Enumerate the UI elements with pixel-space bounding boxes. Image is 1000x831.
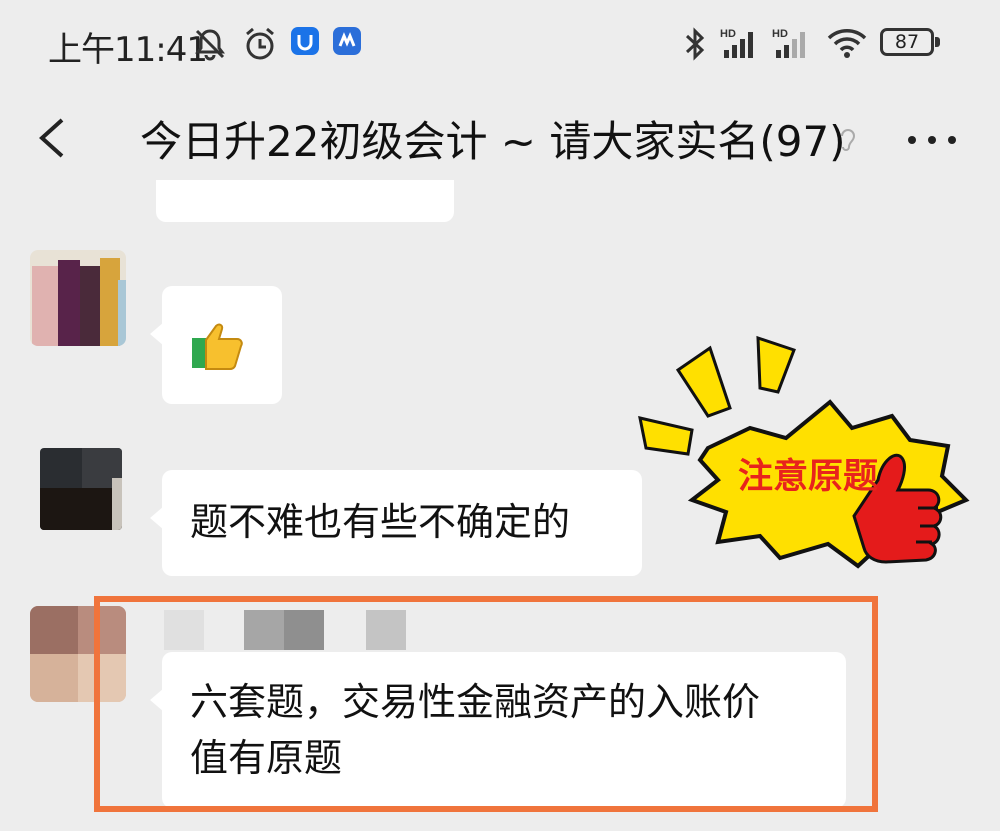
silent-bell-icon bbox=[195, 29, 225, 61]
app-notification-icon bbox=[291, 27, 319, 55]
more-options-button[interactable] bbox=[902, 118, 962, 158]
wifi-icon bbox=[827, 29, 867, 58]
signal-hd-icon: HD bbox=[720, 28, 753, 58]
alarm-icon bbox=[246, 27, 274, 60]
highlight-box bbox=[94, 596, 878, 812]
status-time: 上午11:41 bbox=[48, 30, 208, 70]
thumbs-up-emoji-icon bbox=[192, 323, 243, 370]
status-bar: 上午11:41 HD HD 87 bbox=[0, 0, 1000, 88]
message-bubble-2[interactable]: 题不难也有些不确定的 bbox=[150, 470, 642, 576]
battery-indicator: 87 bbox=[880, 28, 940, 56]
message-bubble[interactable] bbox=[150, 286, 282, 404]
message-text: 题不难也有些不确定的 bbox=[190, 500, 571, 544]
ear-mode-icon bbox=[841, 129, 856, 151]
avatar-2[interactable] bbox=[40, 448, 122, 530]
previous-message-bubble[interactable] bbox=[156, 180, 454, 222]
bluetooth-icon bbox=[685, 27, 705, 61]
chat-header: 今日升22初级会计 ~ 请大家实名(97) bbox=[0, 90, 1000, 180]
chat-title: 今日升22初级会计 ~ 请大家实名(97) bbox=[140, 117, 846, 166]
more-dots-icon bbox=[908, 136, 956, 144]
avatar[interactable] bbox=[30, 250, 126, 346]
signal-hd-icon-2: HD bbox=[772, 28, 805, 58]
svg-text:HD: HD bbox=[772, 28, 788, 40]
chevron-left-icon bbox=[39, 118, 64, 158]
back-button[interactable] bbox=[30, 108, 80, 168]
annotation-label: 注意原题 bbox=[738, 457, 879, 497]
svg-text:HD: HD bbox=[720, 28, 736, 40]
app-notification-icon-2 bbox=[333, 27, 361, 55]
